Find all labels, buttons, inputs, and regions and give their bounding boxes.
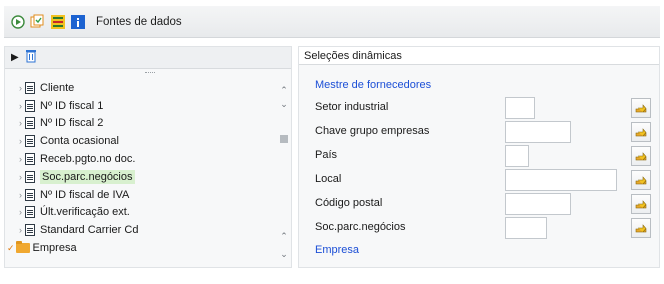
scroll-up-icon[interactable]: ⌃ xyxy=(277,229,291,243)
multiple-selection-button[interactable] xyxy=(631,170,651,190)
multiple-selection-button[interactable] xyxy=(631,98,651,118)
tree-item-label: Standard Carrier Cd xyxy=(40,224,139,237)
field-tree: › Cliente › Nº ID fiscal 1 › Nº ID fiscal 2… xyxy=(5,79,275,257)
field-row-soc-parc-negocios: Soc.parc.negócios xyxy=(315,217,651,239)
document-icon xyxy=(25,153,35,166)
field-label: País xyxy=(315,149,338,161)
document-icon xyxy=(25,99,35,112)
tree-folder-label: Empresa xyxy=(32,242,77,255)
setor-industrial-input[interactable] xyxy=(505,97,535,119)
data-sources-panel: ▶ › Cliente › Nº ID fiscal 1 › Nº ID fiscal… xyxy=(4,46,292,268)
chave-grupo-empresas-input[interactable] xyxy=(505,121,571,143)
document-icon xyxy=(25,224,35,237)
execute-icon[interactable] xyxy=(10,14,26,30)
tree-item-label: Receb.pgto.no doc. xyxy=(40,153,136,166)
tree-item-label: Soc.parc.negócios xyxy=(40,169,135,184)
tree-scrollbar[interactable]: ⌃ ⌄ ⌃ ⌄ xyxy=(277,79,291,267)
tree-item[interactable]: › Nº ID fiscal 2 xyxy=(5,115,275,133)
tree-item[interactable]: › Últ.verificação ext. xyxy=(5,204,275,222)
tree-item[interactable]: › Standard Carrier Cd xyxy=(5,221,275,239)
bullet-icon: › xyxy=(19,136,22,147)
bullet-icon: › xyxy=(19,100,22,111)
field-label: Setor industrial xyxy=(315,101,389,113)
bullet-icon: › xyxy=(19,189,22,200)
field-row-chave-grupo: Chave grupo empresas xyxy=(315,121,651,143)
field-row-setor-industrial: Setor industrial xyxy=(315,97,651,119)
local-input[interactable] xyxy=(505,169,617,191)
tree-folder-empresa[interactable]: ✓ Empresa xyxy=(5,239,275,257)
tree-item-label: Últ.verificação ext. xyxy=(40,206,130,219)
document-icon xyxy=(25,117,35,130)
tree-item[interactable]: › Cliente xyxy=(5,79,275,97)
document-icon xyxy=(25,188,35,201)
multiple-selection-button[interactable] xyxy=(631,194,651,214)
tree-item-label: Nº ID fiscal 2 xyxy=(40,117,104,130)
dynamic-selections-panel: Seleções dinâmicas Mestre de fornecedore… xyxy=(298,46,660,268)
top-toolbar: Fontes de dados xyxy=(4,6,660,38)
tree-item[interactable]: › Nº ID fiscal 1 xyxy=(5,97,275,115)
dynamic-selections-icon[interactable] xyxy=(30,14,46,30)
tree-item[interactable]: › Conta ocasional xyxy=(5,132,275,150)
bullet-icon: › xyxy=(19,207,22,218)
bullet-icon: › xyxy=(19,171,22,182)
tree-item-label: Nº ID fiscal 1 xyxy=(40,99,104,112)
chevron-down-icon[interactable]: ✓ xyxy=(7,243,15,254)
expand-icon[interactable]: ▶ xyxy=(11,52,19,63)
field-row-codigo-postal: Código postal xyxy=(315,193,651,215)
page-title: Fontes de dados xyxy=(96,15,182,28)
list-icon[interactable] xyxy=(50,14,66,30)
scroll-thumb[interactable] xyxy=(280,135,288,143)
soc-parc-negocios-input[interactable] xyxy=(505,217,547,239)
tree-item-label: Nº ID fiscal de IVA xyxy=(40,188,130,201)
bullet-icon: › xyxy=(19,82,22,93)
panel-header: Seleções dinâmicas xyxy=(299,47,659,65)
tree-item-label: Conta ocasional xyxy=(40,135,119,148)
field-row-local: Local xyxy=(315,169,651,191)
tree-item[interactable]: › Receb.pgto.no doc. xyxy=(5,150,275,168)
field-label: Soc.parc.negócios xyxy=(315,221,406,233)
field-label: Chave grupo empresas xyxy=(315,125,430,137)
codigo-postal-input[interactable] xyxy=(505,193,571,215)
multiple-selection-button[interactable] xyxy=(631,122,651,142)
field-label: Local xyxy=(315,173,342,185)
bullet-icon: › xyxy=(19,154,22,165)
tree-item[interactable]: › Nº ID fiscal de IVA xyxy=(5,186,275,204)
multiple-selection-button[interactable] xyxy=(631,218,651,238)
bullet-icon: › xyxy=(19,118,22,129)
scroll-down-icon[interactable]: ⌄ xyxy=(277,247,291,261)
document-icon xyxy=(25,81,35,94)
document-icon xyxy=(25,170,35,183)
section-title-empresa: Empresa xyxy=(315,244,360,256)
folder-icon xyxy=(15,241,30,254)
pais-input[interactable] xyxy=(505,145,529,167)
delete-icon[interactable] xyxy=(25,49,37,66)
field-label: Código postal xyxy=(315,197,383,209)
tree-item-label: Cliente xyxy=(40,81,75,94)
document-icon xyxy=(25,206,35,219)
section-title-vendor-master: Mestre de fornecedores xyxy=(315,79,432,91)
document-icon xyxy=(25,135,35,148)
scroll-up-icon[interactable]: ⌃ xyxy=(277,83,291,97)
tree-item-selected[interactable]: › Soc.parc.negócios xyxy=(5,168,275,186)
field-row-pais: País xyxy=(315,145,651,167)
splitter-grip[interactable] xyxy=(145,72,155,74)
info-icon[interactable] xyxy=(70,14,86,30)
tree-toolbar: ▶ xyxy=(5,47,291,69)
bullet-icon: › xyxy=(19,225,22,236)
multiple-selection-button[interactable] xyxy=(631,146,651,166)
scroll-down-icon[interactable]: ⌄ xyxy=(277,97,291,111)
